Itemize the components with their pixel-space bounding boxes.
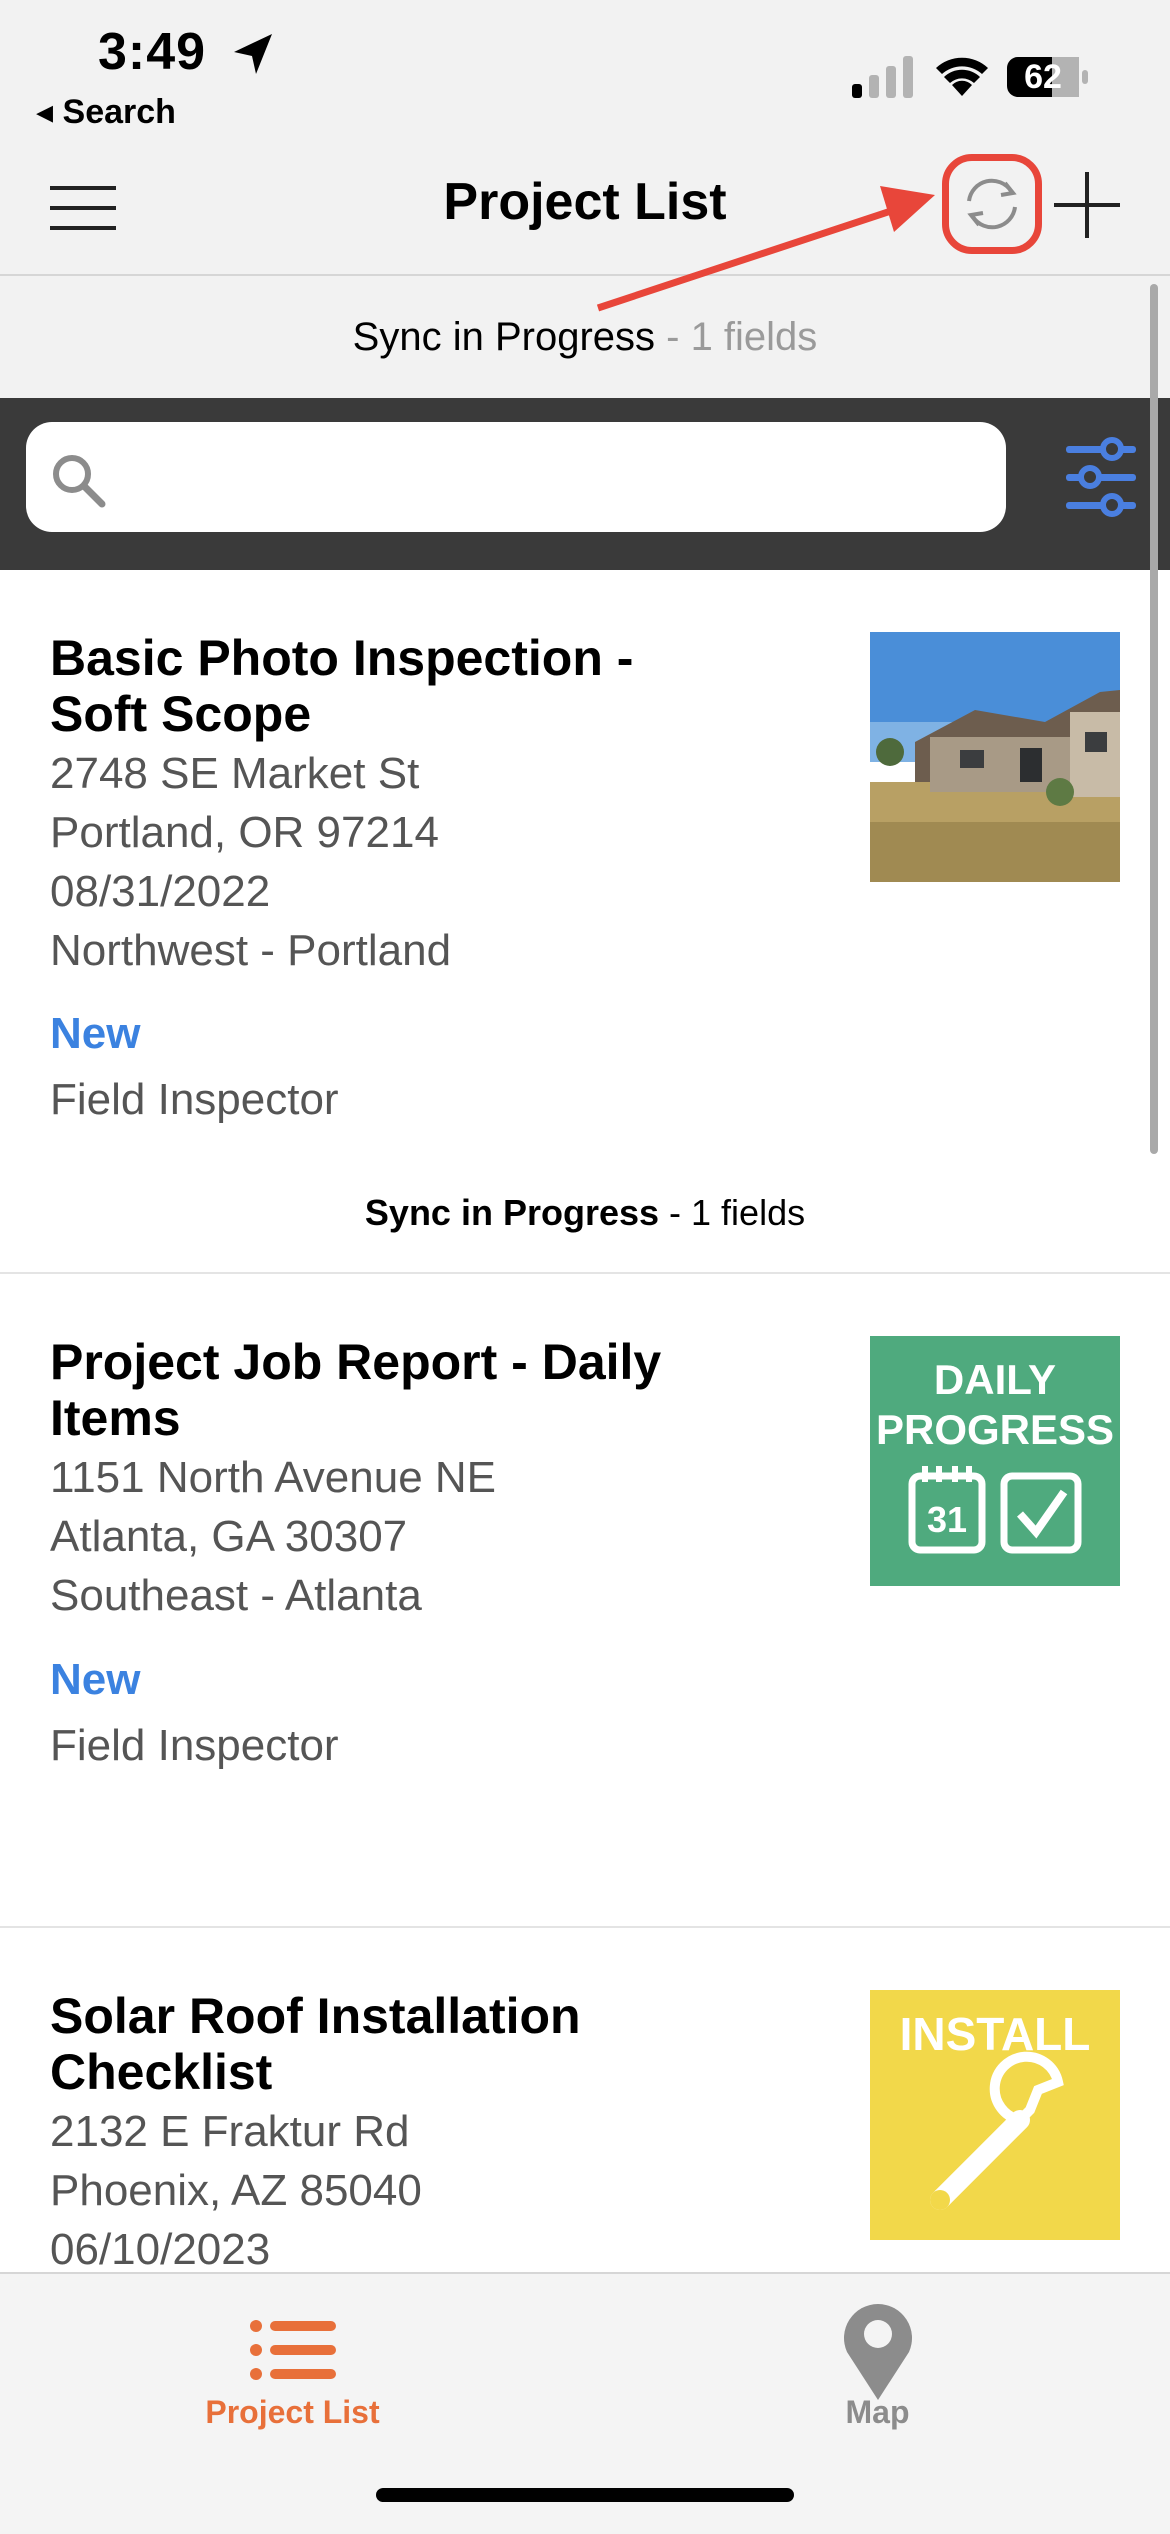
project-role: Field Inspector	[50, 1075, 339, 1124]
battery-level: 62	[1024, 58, 1062, 96]
project-card[interactable]: Project Job Report - Daily Items 1151 No…	[0, 1274, 1170, 1926]
project-address: 2748 SE Market St	[50, 749, 420, 798]
install-thumbnail: INSTALL	[870, 1990, 1120, 2240]
status-time: 3:49	[98, 23, 207, 81]
add-project-icon[interactable]	[1050, 168, 1124, 242]
filter-sliders-icon[interactable]	[1064, 436, 1138, 518]
project-region: Northwest - Portland	[50, 926, 452, 975]
tab-map[interactable]: Map	[585, 2284, 1170, 2484]
search-icon	[53, 455, 106, 508]
project-title: Solar Roof Installation Checklist	[50, 1988, 581, 2100]
sync-status-detail: - 1 fields	[655, 315, 818, 359]
project-address: 2132 E Fraktur Rd	[50, 2107, 410, 2156]
project-city: Phoenix, AZ 85040	[50, 2166, 422, 2215]
card-sync-status: Sync in Progress - 1 fields	[0, 1192, 1170, 1234]
tab-map-label: Map	[845, 2394, 910, 2430]
cellular-signal-icon	[852, 56, 913, 98]
list-icon	[250, 2320, 336, 2380]
location-arrow-icon	[234, 34, 272, 74]
back-to-search-link[interactable]: ◂ Search	[36, 92, 176, 132]
sync-icon	[967, 178, 1017, 230]
scroll-indicator[interactable]	[1150, 284, 1158, 1154]
project-title: Project Job Report - Daily Items	[50, 1334, 662, 1446]
project-city: Atlanta, GA 30307	[50, 1512, 408, 1561]
navigation-bar: Project List	[0, 140, 1170, 276]
daily-progress-thumbnail: DAILY PROGRESS 31	[870, 1336, 1120, 1586]
status-bar: 3:49 ◂ Search 62	[0, 0, 1170, 140]
thumb-calendar-day: 31	[927, 1499, 967, 1540]
thumb-progress-text: PROGRESS	[876, 1406, 1114, 1453]
project-title: Basic Photo Inspection - Soft Scope	[50, 630, 634, 742]
tab-project-list-label: Project List	[205, 2394, 380, 2430]
sync-status-label: Sync in Progress	[352, 315, 656, 359]
sync-button[interactable]	[942, 154, 1042, 254]
home-indicator	[376, 2488, 794, 2502]
project-role: Field Inspector	[50, 1721, 339, 1770]
wifi-icon	[936, 57, 988, 96]
project-region: Southeast - Atlanta	[50, 1571, 422, 1620]
tab-project-list[interactable]: Project List	[0, 2284, 585, 2484]
project-card[interactable]: Solar Roof Installation Checklist 2132 E…	[0, 1928, 1170, 2272]
project-date: 06/10/2023	[50, 2225, 271, 2272]
project-status: New	[50, 1655, 141, 1704]
card-sync-detail: - 1 fields	[659, 1192, 806, 1233]
search-input[interactable]	[26, 422, 1006, 532]
search-bar	[0, 398, 1170, 570]
project-status: New	[50, 1009, 141, 1058]
map-pin-icon	[844, 2304, 912, 2400]
project-date: 08/31/2022	[50, 867, 271, 916]
card-sync-label: Sync in Progress	[364, 1192, 660, 1233]
house-photo-thumbnail	[870, 632, 1120, 882]
thumb-install-text: INSTALL	[900, 2008, 1091, 2060]
project-address: 1151 North Avenue NE	[50, 1453, 497, 1502]
sync-status-banner: Sync in Progress - 1 fields	[0, 276, 1170, 398]
thumb-daily-text: DAILY	[934, 1356, 1056, 1403]
project-card[interactable]: Basic Photo Inspection - Soft Scope 2748…	[0, 570, 1170, 1272]
project-city: Portland, OR 97214	[50, 808, 439, 857]
